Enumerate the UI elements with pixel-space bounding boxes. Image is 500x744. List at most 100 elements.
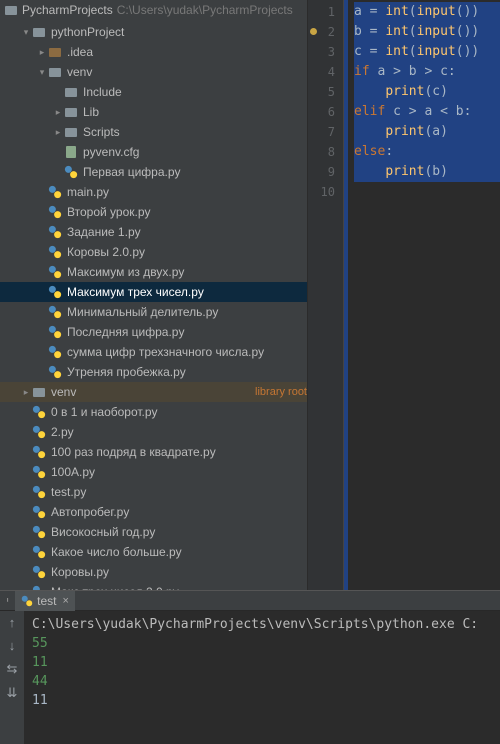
- run-tab-label: test: [37, 594, 56, 608]
- code-line[interactable]: [354, 182, 500, 202]
- python-file-icon: [32, 525, 46, 539]
- tree-row[interactable]: ▸Lib: [0, 102, 307, 122]
- python-file-icon: [48, 365, 62, 379]
- code-line[interactable]: print(a): [354, 122, 500, 142]
- editor-gutter[interactable]: 12345678910: [308, 0, 344, 590]
- tree-row[interactable]: Минимальный делитель.py: [0, 302, 307, 322]
- tree-row[interactable]: ▾ pythonProject: [0, 22, 307, 42]
- tree-item-label: Утреняя пробежка.py: [67, 365, 307, 379]
- code-line[interactable]: if a > b > c:: [354, 62, 500, 82]
- tree-item-label: test.py: [51, 485, 307, 499]
- tree-row[interactable]: Макс трех чисел 2.0.py: [0, 582, 307, 590]
- code-line[interactable]: b = int(input()): [354, 22, 500, 42]
- tree-row[interactable]: test.py: [0, 482, 307, 502]
- chevron-right-icon[interactable]: ▸: [52, 127, 64, 138]
- tree-row[interactable]: Максимум трех чисел.py: [0, 282, 307, 302]
- tree-row[interactable]: ▾venv: [0, 62, 307, 82]
- folder-icon: [48, 65, 62, 79]
- tree-item-label: venv: [51, 385, 251, 399]
- chevron-right-icon[interactable]: ▸: [52, 107, 64, 118]
- chevron-down-icon[interactable]: ▾: [36, 67, 48, 78]
- tree-row[interactable]: 0 в 1 и наоборот.py: [0, 402, 307, 422]
- tree-row[interactable]: Какое число больше.py: [0, 542, 307, 562]
- run-output[interactable]: C:\Users\yudak\PycharmProjects\venv\Scri…: [24, 611, 500, 744]
- gutter-line-number[interactable]: 10: [308, 182, 335, 202]
- project-root-path: C:\Users\yudak\PycharmProjects: [117, 3, 293, 17]
- chevron-down-icon[interactable]: ▾: [20, 27, 32, 38]
- tree-item-label: Коровы.py: [51, 565, 307, 579]
- run-tab[interactable]: test ×: [15, 591, 75, 611]
- tree-row[interactable]: ▸Scripts: [0, 122, 307, 142]
- tree-item-label: Первая цифра.py: [83, 165, 307, 179]
- tree-row[interactable]: Утреняя пробежка.py: [0, 362, 307, 382]
- code-line[interactable]: c = int(input()): [354, 42, 500, 62]
- gutter-line-number[interactable]: 8: [308, 142, 335, 162]
- tree-item-label: Автопробег.py: [51, 505, 307, 519]
- tree-item-label: Последняя цифра.py: [67, 325, 307, 339]
- tree-row[interactable]: 100A.py: [0, 462, 307, 482]
- soft-wrap-icon[interactable]: ⇆: [7, 661, 18, 677]
- folder-excluded-icon: [48, 45, 62, 59]
- tree-item-label: Високосный год.py: [51, 525, 307, 539]
- tree-item-label: pythonProject: [51, 25, 307, 39]
- python-file-icon: [48, 185, 62, 199]
- project-root-row[interactable]: PycharmProjects C:\Users\yudak\PycharmPr…: [0, 0, 307, 20]
- code-line[interactable]: print(c): [354, 82, 500, 102]
- code-line[interactable]: else:: [354, 142, 500, 162]
- tree-row[interactable]: Задание 1.py: [0, 222, 307, 242]
- run-output-line: 11: [32, 653, 492, 672]
- gutter-line-number[interactable]: 2: [308, 22, 335, 42]
- tree-row[interactable]: 2.py: [0, 422, 307, 442]
- python-file-icon: [48, 205, 62, 219]
- tree-row[interactable]: Коровы 2.0.py: [0, 242, 307, 262]
- gutter-line-number[interactable]: 7: [308, 122, 335, 142]
- tree-row[interactable]: ▸.idea: [0, 42, 307, 62]
- tree-item-label: pyvenv.cfg: [83, 145, 307, 159]
- tree-row[interactable]: Последняя цифра.py: [0, 322, 307, 342]
- down-icon[interactable]: ↓: [9, 638, 16, 653]
- gutter-line-number[interactable]: 5: [308, 82, 335, 102]
- code-line[interactable]: a = int(input()): [354, 2, 500, 22]
- python-file-icon: [32, 425, 46, 439]
- up-icon[interactable]: ↑: [9, 615, 16, 630]
- python-file-icon: [32, 505, 46, 519]
- close-icon[interactable]: ×: [62, 595, 68, 607]
- run-label: י: [6, 594, 9, 608]
- run-command-line: C:\Users\yudak\PycharmProjects\venv\Scri…: [32, 615, 492, 634]
- scroll-to-end-icon[interactable]: ⇊: [7, 685, 18, 701]
- gutter-line-number[interactable]: 3: [308, 42, 335, 62]
- python-file-icon: [48, 285, 62, 299]
- tree-row[interactable]: Високосный год.py: [0, 522, 307, 542]
- run-toolbar: ↑ ↓ ⇆ ⇊: [0, 611, 24, 744]
- gutter-line-number[interactable]: 9: [308, 162, 335, 182]
- gutter-line-number[interactable]: 1: [308, 2, 335, 22]
- tree-row[interactable]: pyvenv.cfg: [0, 142, 307, 162]
- tree-row[interactable]: Коровы.py: [0, 562, 307, 582]
- tree-row[interactable]: Второй урок.py: [0, 202, 307, 222]
- code-line[interactable]: print(b): [354, 162, 500, 182]
- chevron-right-icon[interactable]: ▸: [20, 387, 32, 398]
- tree-row[interactable]: Первая цифра.py: [0, 162, 307, 182]
- tree-item-label: Задание 1.py: [67, 225, 307, 239]
- tree-item-label: Максимум трех чисел.py: [67, 285, 307, 299]
- folder-icon: [32, 385, 46, 399]
- chevron-right-icon[interactable]: ▸: [36, 47, 48, 58]
- tree-item-label: Максимум из двух.py: [67, 265, 307, 279]
- python-file-icon: [32, 405, 46, 419]
- tree-item-label: Коровы 2.0.py: [67, 245, 307, 259]
- tree-row[interactable]: Автопробег.py: [0, 502, 307, 522]
- tree-row[interactable]: Include: [0, 82, 307, 102]
- gutter-line-number[interactable]: 4: [308, 62, 335, 82]
- tree-row[interactable]: 100 раз подряд в квадрате.py: [0, 442, 307, 462]
- tree-row[interactable]: сумма цифр трехзначного числа.py: [0, 342, 307, 362]
- tree-row[interactable]: main.py: [0, 182, 307, 202]
- tree-row[interactable]: Максимум из двух.py: [0, 262, 307, 282]
- code-editor[interactable]: a = int(input())b = int(input())c = int(…: [344, 0, 500, 590]
- python-file-icon: [32, 545, 46, 559]
- gutter-line-number[interactable]: 6: [308, 102, 335, 122]
- code-line[interactable]: elif c > a < b:: [354, 102, 500, 122]
- tree-row[interactable]: ▸venvlibrary root: [0, 382, 307, 402]
- project-tree[interactable]: PycharmProjects C:\Users\yudak\PycharmPr…: [0, 0, 308, 590]
- python-file-icon: [32, 485, 46, 499]
- tree-item-label: 100 раз подряд в квадрате.py: [51, 445, 307, 459]
